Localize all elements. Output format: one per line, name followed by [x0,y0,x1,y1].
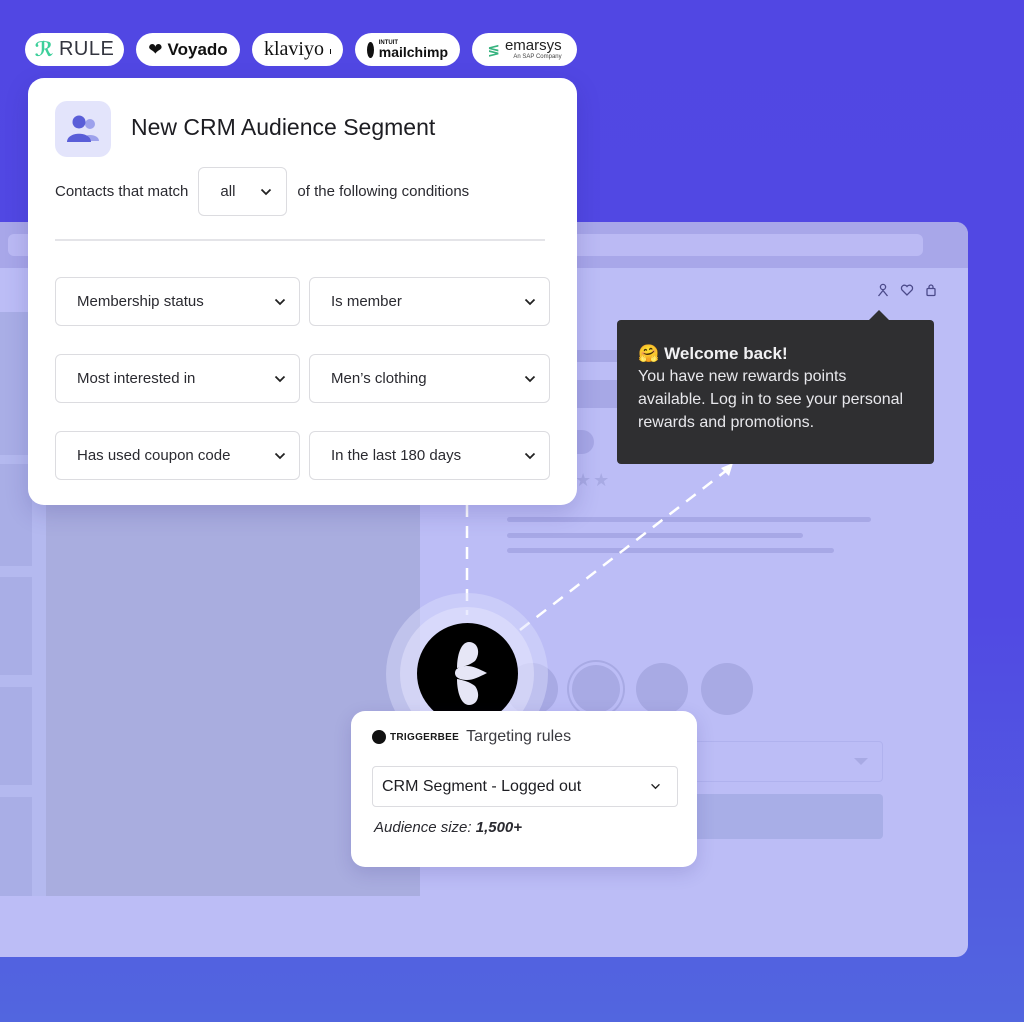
heart-icon[interactable] [900,283,914,297]
segment-icon-box [55,101,111,157]
triggerbee-mini-icon [372,730,386,744]
condition-field-select[interactable]: Most interested in [55,354,300,403]
add-to-cart-placeholder [690,794,883,839]
sidebar-thumb [0,797,32,896]
rule-logo: ℛ RULE [25,33,124,66]
placeholder-text-line [507,533,803,538]
targeting-label: Targeting rules [466,728,572,745]
divider [55,239,545,241]
voyado-logo-text: Voyado [167,39,228,59]
shopping-bag-icon[interactable] [924,283,938,297]
chevron-down-icon [261,188,272,195]
condition-value: In the last 180 days [331,447,462,464]
chevron-down-icon [274,375,286,382]
emarsys-subtitle: An SAP Company [513,54,562,60]
match-prefix-label: Contacts that match [55,183,189,200]
targeting-rule-value: CRM Segment - Logged out [382,777,582,795]
klaviyo-logo: klaviyo [252,33,343,66]
emarsys-mark-icon: ≶ [487,41,500,59]
integration-logos: ℛ RULE ❤︎ Voyado klaviyo INTUIT mailchim… [25,33,577,66]
condition-value-select[interactable]: Men’s clothing [309,354,550,403]
match-mode-select[interactable]: all [198,167,288,216]
emarsys-logo: ≶ emarsys An SAP Company [472,33,577,66]
placeholder-text-line [507,548,834,553]
hugging-face-icon: 🤗 [638,344,660,363]
site-nav-icons [876,283,938,297]
match-suffix-label: of the following conditions [297,183,470,200]
audience-size: Audience size: 1,500+ [374,819,522,836]
welcome-back-tooltip: 🤗 Welcome back! You have new rewards poi… [617,310,934,464]
crm-segment-card: New CRM Audience Segment Contacts that m… [28,78,577,505]
sidebar-thumb [0,577,32,675]
rule-logo-text: RULE [58,38,115,60]
size-select-placeholder [690,741,883,782]
condition-value: Is member [331,293,402,310]
condition-field-value: Has used coupon code [77,447,231,464]
chevron-down-icon [524,452,536,459]
match-row: Contacts that match all of the following… [55,167,469,216]
audience-size-label: Audience size: [374,819,472,836]
color-swatch [636,663,688,715]
color-swatch-selected [572,665,620,713]
sidebar-thumb [0,687,32,785]
chevron-down-icon [274,452,286,459]
condition-value-select[interactable]: Is member [309,277,550,326]
chevron-down-icon [524,375,536,382]
condition-field-value: Most interested in [77,370,196,387]
tooltip-body: You have new rewards points available. L… [638,368,904,431]
mailchimp-monkey-icon [367,41,374,58]
placeholder-text-line [507,517,871,522]
match-mode-value: all [220,183,236,200]
targeting-rule-select[interactable]: CRM Segment - Logged out [372,766,678,807]
users-icon [67,115,99,142]
condition-field-value: Membership status [77,293,204,310]
klaviyo-flag-icon [330,48,331,54]
voyado-mark-icon: ❤︎ [148,39,163,59]
chevron-down-icon [524,298,536,305]
emarsys-logo-text: emarsys [504,37,562,54]
tooltip-title: Welcome back! [664,344,788,363]
triggerbee-logo-icon [417,623,518,724]
conditions-grid: Membership status Is member Most interes… [55,277,550,480]
triggerbee-wordmark: TRIGGERBEE [390,731,460,743]
rule-mark-icon: ℛ [34,39,54,61]
user-icon[interactable] [876,283,890,297]
audience-size-value: 1,500+ [475,819,523,836]
targeting-rules-card: TRIGGERBEE Targeting rules CRM Segment -… [351,711,697,867]
voyado-logo: ❤︎ Voyado [136,33,240,66]
condition-value: Men’s clothing [331,370,427,387]
klaviyo-logo-text: klaviyo [264,38,324,60]
condition-field-select[interactable]: Has used coupon code [55,431,300,480]
rating-stars: ★★ [575,470,612,490]
color-swatch [701,663,753,715]
chevron-down-icon [651,783,660,790]
mailchimp-logo-text: mailchimp [378,44,448,60]
condition-field-select[interactable]: Membership status [55,277,300,326]
condition-value-select[interactable]: In the last 180 days [309,431,550,480]
segment-title: New CRM Audience Segment [131,114,436,140]
tooltip-title-row: 🤗 Welcome back! [638,343,914,365]
caret-down-icon [854,758,868,765]
targeting-header: TRIGGERBEE Targeting rules [372,728,571,746]
mailchimp-logo: INTUIT mailchimp [355,33,460,66]
chevron-down-icon [274,298,286,305]
